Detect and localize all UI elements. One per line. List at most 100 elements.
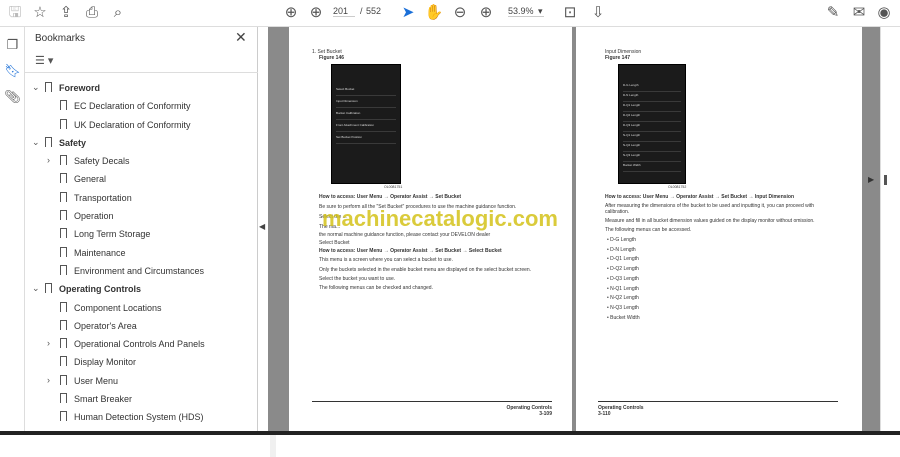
document-scrollbar[interactable] [880,27,900,435]
body-text: This menu is a screen where you can sele… [319,257,453,263]
bookmark-item[interactable]: EC Declaration of Conformity [25,97,243,115]
bullet-item: • D-G Length [607,237,636,243]
footer-page: 3-110 [598,411,611,417]
bookmark-flag-icon [60,210,67,221]
bookmark-item[interactable]: General [25,170,243,188]
bullet-text: D-Q1 Length [610,256,639,263]
screen-menu-item: Bucket Calibration [336,111,396,120]
search-icon[interactable]: ⌕ [108,4,128,22]
bookmark-flag-icon [60,338,67,349]
bookmark-item[interactable]: ⌄ Safety [25,134,243,152]
bookmark-item[interactable]: Environment and Circumstances [25,262,243,280]
screen-menu-item: Front Attachment Calibration [336,123,396,132]
bookmark-item[interactable]: Transportation [25,189,243,207]
bookmark-flag-icon [60,118,67,129]
figure-label: Figure 147 [605,55,631,61]
figure-screenshot: Select Bucket Input Dimension Bucket Calib… [331,64,401,184]
print-icon[interactable]: ⎙ [82,4,102,22]
screen-menu-item: D-G Length [623,83,681,92]
upload-cloud-icon[interactable]: ⇪ [56,4,76,22]
previous-page-icon[interactable]: ⊕ [281,4,301,22]
select-cursor-icon[interactable]: ➤ [398,4,418,22]
bookmark-label: Safety Decals [74,156,130,167]
bookmark-item[interactable]: Long Term Storage [25,225,243,243]
body-text: Only the buckets selected in the enable … [319,267,532,273]
bullet-item: • N-Q2 Length [607,295,639,302]
screen-menu-item: Bucket Width [623,163,681,172]
bookmark-item[interactable]: Maintenance [25,244,243,262]
body-text: The following menus can be checked and c… [319,285,433,291]
bookmark-flag-icon [45,283,52,294]
chevron-right-icon[interactable]: › [47,375,50,385]
pages-thumbnail-icon[interactable]: ❐ [4,37,21,54]
screen-menu-item: N-Q2 Length [623,143,681,152]
bookmark-item[interactable]: Human Detection System (HDS) [25,408,243,426]
bookmark-item[interactable]: ⌄ Foreword [25,79,243,97]
bookmark-flag-icon [60,411,67,422]
chevron-down-icon[interactable]: ⌄ [32,283,40,294]
bookmark-item[interactable]: ⌄ Operating Controls [25,280,243,298]
fit-page-icon[interactable]: ⊡ [560,4,580,22]
save-icon[interactable]: 🖫 [5,4,25,22]
sign-icon[interactable]: ✎ [823,4,843,22]
bookmark-item[interactable]: › User Menu [25,372,243,390]
bookmark-flag-icon [60,173,67,184]
bullet-text: D-G Length [610,237,636,243]
bullet-text: D-Q3 Length [610,275,639,282]
star-icon[interactable]: ☆ [30,4,50,22]
page-3-110: Input Dimension Figure 147 D-G Length D-N… [576,27,862,435]
bullet-item: • D-Q3 Length [607,275,639,282]
figure-screenshot: D-G Length D-N Length D-Q1 Length D-Q2 Leng… [618,64,686,184]
bookmark-icon[interactable]: 🔖︎ [4,63,21,80]
bookmark-label: Safety [59,137,87,148]
screen-menu-item: N-Q3 Length [623,153,681,162]
next-page-icon[interactable]: ⊕ [306,4,326,22]
bookmark-flag-icon [60,393,67,404]
body-text: Select Bucket [319,240,350,246]
bookmark-item[interactable]: › Operational Controls And Panels [25,335,243,353]
bookmark-list: ⌄ Foreword EC Declaration of Conformity UK … [25,79,243,427]
bookmark-item[interactable]: Smart Breaker [25,390,243,408]
bookmark-options-button[interactable]: ☰ ▾ [35,54,53,67]
screen-menu-item: Input Dimension [336,99,396,108]
body-text: Measure and fill in all bucket dimension… [605,218,815,224]
chevron-right-icon[interactable]: › [47,338,50,348]
bookmark-item[interactable]: Component Locations [25,299,243,317]
bookmark-item[interactable]: UK Declaration of Conformity [25,116,243,134]
figure-label: Figure 146 [319,55,345,61]
bookmark-item[interactable]: Operation [25,207,243,225]
bookmark-item[interactable]: Display Monitor [25,353,243,371]
hand-tool-icon[interactable]: ✋ [424,4,444,22]
figure-code: OL0081752 [668,185,687,189]
scroll-mode-icon[interactable]: ⇩ [588,4,608,22]
bookmark-flag-icon [45,136,52,147]
next-page-arrow-icon[interactable]: ▶ [868,175,874,184]
collapse-panel-icon[interactable]: ◀ [259,222,265,231]
close-icon[interactable]: ✕ [235,29,247,46]
chevron-down-icon[interactable]: ⌄ [32,82,40,93]
body-text: The following menus can be accessed. [605,227,692,233]
chevron-down-icon[interactable]: ⌄ [32,137,40,148]
attachment-icon[interactable]: 📎︎ [4,89,21,106]
body-text: How to access: User Menu → Operator Assi… [605,194,795,200]
bookmark-label: Operational Controls And Panels [74,339,205,350]
chevron-right-icon[interactable]: › [47,155,50,165]
bookmark-label: Operator's Area [74,320,137,331]
bookmark-label: Component Locations [74,302,162,313]
chevron-down-icon[interactable]: ▾ [538,6,543,17]
account-icon[interactable]: ◉ [874,4,894,22]
zoom-in-icon[interactable]: ⊕ [476,4,496,22]
bookmark-label: Human Detection System (HDS) [74,412,204,423]
screen-menu-item: Select Bucket [336,87,396,96]
body-text: After measuring the dimensions of the bu… [605,203,815,209]
bookmark-flag-icon [60,228,67,239]
bookmark-label: Foreword [59,83,101,93]
bullet-item: • D-Q2 Length [607,266,639,273]
email-icon[interactable]: ✉ [849,4,869,22]
bookmark-item[interactable]: › Safety Decals [25,152,243,170]
bookmark-item[interactable]: Operator's Area [25,317,243,335]
bookmark-label: Display Monitor [74,357,137,368]
watermark: machinecatalogic.com [322,206,558,231]
zoom-out-icon[interactable]: ⊖ [450,4,470,22]
page-number-input[interactable]: 201 [333,6,355,17]
